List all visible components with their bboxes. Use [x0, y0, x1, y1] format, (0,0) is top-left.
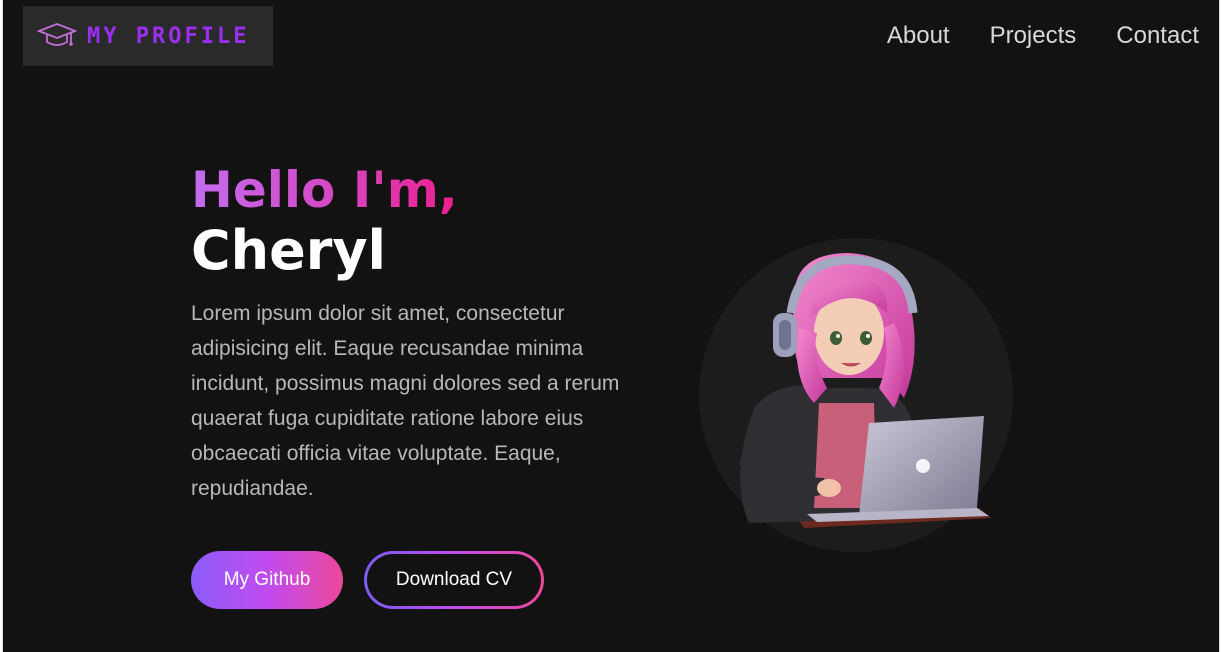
nav-menu: About Projects Contact [887, 22, 1199, 50]
logo[interactable]: MY PROFILE [23, 6, 273, 66]
download-cv-button[interactable]: Download CV [364, 551, 544, 609]
hero-greeting: Hello I'm, [191, 161, 458, 219]
nav-link-about[interactable]: About [887, 22, 950, 50]
nav-link-contact[interactable]: Contact [1116, 22, 1199, 50]
avatar-illustration [739, 253, 991, 528]
graduation-cap-icon [37, 21, 77, 51]
nav-link-projects[interactable]: Projects [990, 22, 1077, 50]
page-frame: MY PROFILE About Projects Contact Hello … [2, 0, 1220, 652]
github-button[interactable]: My Github [191, 551, 343, 609]
download-cv-label: Download CV [367, 554, 541, 606]
hero-description: Lorem ipsum dolor sit amet, consectetur … [191, 302, 620, 500]
logo-text: MY PROFILE [87, 23, 250, 49]
hero-name: Cheryl [191, 219, 387, 282]
